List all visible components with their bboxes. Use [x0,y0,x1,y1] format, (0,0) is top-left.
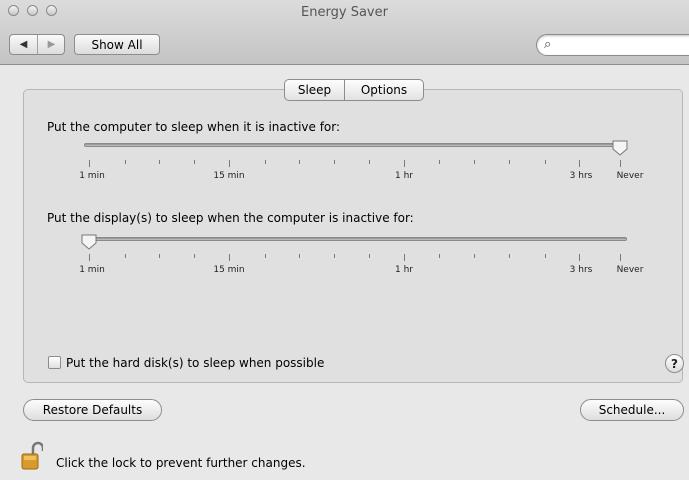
display-sleep-label: Put the display(s) to sleep when the com… [47,211,414,225]
slider-tick [194,160,195,164]
slider-tick [159,254,160,258]
show-all-button[interactable]: Show All [74,34,160,55]
slider-tick [474,254,475,258]
lock-icon[interactable] [21,441,43,471]
tab-sleep[interactable]: Sleep [285,80,345,100]
slider-tick [439,160,440,164]
slider-tick [545,160,546,164]
slider-tick [579,254,580,261]
slider-tick-label: Never [616,265,644,275]
slider-tick [404,254,405,261]
slider-tick [620,160,621,167]
slider-tick-label: 1 min [79,171,105,181]
computer-sleep-label: Put the computer to sleep when it is ina… [47,120,341,134]
search-icon: ⌕ [544,37,552,52]
display-sleep-slider-track[interactable] [84,237,627,241]
slider-tick-label: 15 min [213,171,245,181]
lock-message: Click the lock to prevent further change… [56,456,306,470]
title-bar: Energy Saver ◀ ▶ Show All ⌕ [0,0,689,65]
slider-tick [545,254,546,258]
slider-tick [474,160,475,164]
slider-tick-label: 3 hrs [569,171,593,181]
slider-tick-label: 1 hr [395,265,413,275]
slider-tick [89,160,90,167]
computer-sleep-slider-track[interactable] [84,143,627,147]
tab-options[interactable]: Options [345,80,423,100]
slider-tick [369,254,370,258]
slider-tick [299,254,300,258]
slider-tick-label: 15 min [213,265,245,275]
slider-tick [369,160,370,164]
slider-tick [299,160,300,164]
slider-tick [620,254,621,261]
slider-tick [334,160,335,164]
forward-button[interactable]: ▶ [38,35,64,54]
schedule-button[interactable]: Schedule... [580,399,684,421]
slider-tick [89,254,90,261]
slider-tick [229,254,230,261]
computer-sleep-slider-knob[interactable] [612,140,628,156]
tab-bar: Sleep Options [284,79,424,101]
hard-disk-sleep-label: Put the hard disk(s) to sleep when possi… [66,356,325,370]
slider-tick [439,254,440,258]
slider-tick-label: 1 hr [395,171,413,181]
search-field[interactable]: ⌕ [536,34,689,56]
slider-tick [334,254,335,258]
nav-button-group: ◀ ▶ [9,34,65,55]
slider-tick [265,160,266,164]
slider-tick [404,160,405,167]
display-sleep-slider-knob[interactable] [81,234,97,250]
slider-tick [125,160,126,164]
help-button[interactable]: ? [665,354,684,373]
slider-tick [194,254,195,258]
slider-tick-label: 1 min [79,265,105,275]
slider-tick [265,254,266,258]
slider-tick [125,254,126,258]
slider-tick [579,160,580,167]
slider-tick [509,254,510,258]
window-title: Energy Saver [301,5,388,20]
hard-disk-sleep-checkbox[interactable] [48,356,61,369]
back-button[interactable]: ◀ [10,35,38,54]
restore-defaults-button[interactable]: Restore Defaults [23,399,162,421]
slider-tick-label: 3 hrs [569,265,593,275]
slider-tick-label: Never [616,171,644,181]
slider-tick [509,160,510,164]
slider-tick [159,160,160,164]
slider-tick [229,160,230,167]
